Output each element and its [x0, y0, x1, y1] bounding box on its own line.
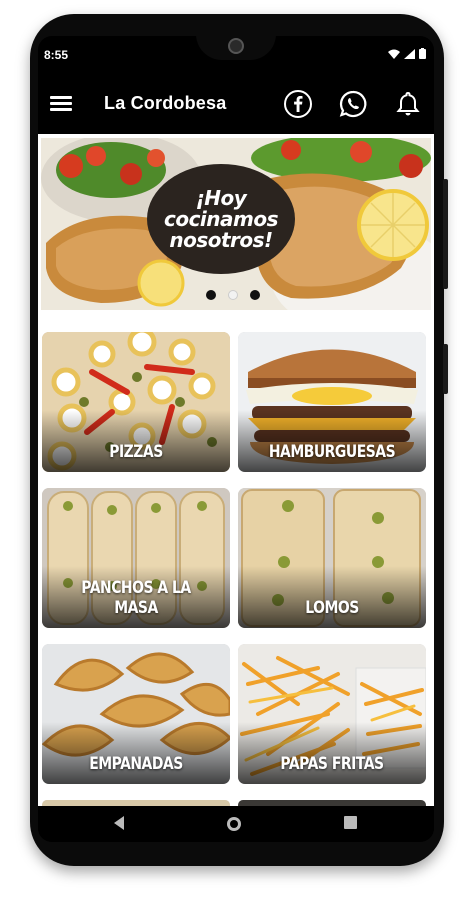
category-label: PANCHOS A LA MASA — [81, 578, 191, 618]
carousel-dot-2[interactable] — [228, 290, 238, 300]
volume-button — [443, 344, 448, 394]
category-label: EMPANADAS — [89, 754, 183, 774]
menu-icon[interactable] — [50, 96, 72, 112]
promo-banner[interactable]: ¡Hoy cocinamos nosotros! — [41, 138, 431, 310]
app-title: La Cordobesa — [104, 93, 227, 113]
banner-badge: ¡Hoy cocinamos nosotros! — [147, 164, 295, 274]
category-label: PAPAS FRITAS — [280, 754, 384, 774]
category-tile-papas-fritas[interactable]: PAPAS FRITAS — [238, 644, 426, 784]
status-bar: 8:55 — [38, 36, 434, 74]
status-icons — [388, 48, 426, 59]
carousel-dot-1[interactable] — [206, 290, 216, 300]
phone-frame: 8:55 La Cordobesa ¡Hoy cocinamos nosotro… — [30, 14, 448, 866]
bell-icon[interactable] — [393, 89, 423, 119]
tile-shade — [42, 722, 230, 784]
status-time: 8:55 — [44, 48, 69, 62]
screen: 8:55 La Cordobesa ¡Hoy cocinamos nosotro… — [38, 36, 434, 842]
category-label: HAMBURGUESAS — [268, 442, 396, 462]
banner-text: ¡Hoy cocinamos nosotros! — [151, 185, 291, 252]
recent-apps-icon[interactable] — [343, 815, 358, 830]
category-tile-lomos[interactable]: LOMOS — [238, 488, 426, 628]
facebook-icon[interactable] — [283, 89, 313, 119]
signal-icon — [404, 48, 415, 59]
category-label: PIZZAS — [109, 442, 163, 462]
banner-text-line3: nosotros! — [169, 227, 273, 252]
app-bar: La Cordobesa — [38, 74, 434, 134]
carousel-indicator — [206, 290, 260, 300]
banner-text-line1: ¡Hoy — [195, 185, 247, 210]
battery-icon — [419, 48, 426, 59]
category-tile-panchos[interactable]: PANCHOS A LA MASA — [42, 488, 230, 628]
tile-shade — [238, 410, 426, 472]
camera-icon — [228, 38, 244, 54]
category-tile-empanadas[interactable]: EMPANADAS — [42, 644, 230, 784]
back-icon[interactable] — [112, 815, 126, 831]
wifi-icon — [388, 49, 400, 59]
home-icon[interactable] — [225, 815, 243, 833]
category-label: LOMOS — [305, 598, 359, 618]
category-tile-hamburguesas[interactable]: HAMBURGUESAS — [238, 332, 426, 472]
whatsapp-icon[interactable] — [338, 89, 368, 119]
android-nav-bar — [38, 806, 434, 842]
carousel-dot-3[interactable] — [250, 290, 260, 300]
tile-shade — [42, 410, 230, 472]
power-button — [443, 179, 448, 289]
content-area[interactable]: ¡Hoy cocinamos nosotros! PIZZAS HAMBURGU… — [38, 134, 434, 806]
banner-text-line2: cocinamos — [163, 206, 279, 231]
category-tile-pizzas[interactable]: PIZZAS — [42, 332, 230, 472]
tile-shade — [238, 566, 426, 628]
tile-shade — [238, 722, 426, 784]
